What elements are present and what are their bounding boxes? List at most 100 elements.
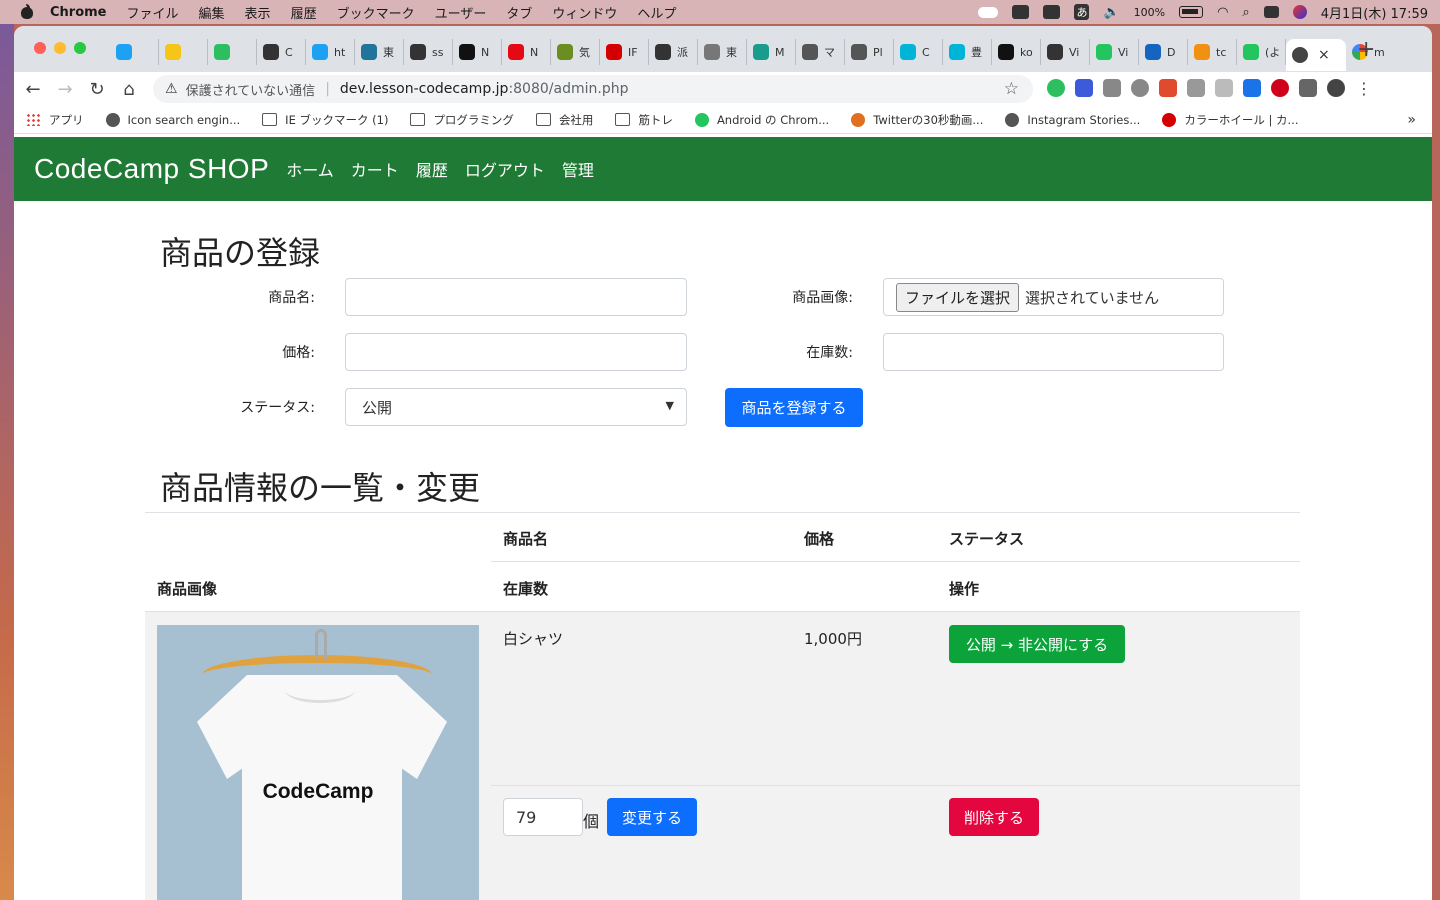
security-indicator[interactable]: 保護されていない通信	[186, 80, 316, 99]
menu-tab[interactable]: タブ	[506, 3, 532, 22]
toggle-status-button[interactable]: 公開 → 非公開にする	[949, 625, 1125, 663]
new-tab-button[interactable]: +	[1357, 37, 1375, 62]
browser-tab[interactable]: N	[453, 39, 502, 65]
menu-history[interactable]: 履歴	[291, 3, 317, 22]
bookmark-item[interactable]: IE ブックマーク (1)	[262, 112, 388, 128]
chat-ext-icon[interactable]	[1075, 79, 1093, 97]
apple-icon[interactable]	[20, 4, 34, 20]
bookmark-item[interactable]: 会社用	[535, 112, 593, 128]
nav-admin[interactable]: 管理	[562, 157, 594, 181]
bookmark-item[interactable]: Twitterの30秒動画...	[851, 112, 983, 128]
browser-tab[interactable]: C	[257, 39, 306, 65]
bookmark-item[interactable]: カラーホイール | カ...	[1162, 112, 1299, 128]
address-bar[interactable]: ⚠ 保護されていない通信 | dev.lesson-codecamp.jp:80…	[153, 75, 1033, 103]
ext-icon[interactable]	[1159, 79, 1177, 97]
browser-tab[interactable]	[159, 39, 208, 65]
nav-history[interactable]: 履歴	[416, 157, 448, 181]
bookmark-item[interactable]: プログラミング	[410, 112, 514, 128]
browser-tab[interactable]	[110, 39, 159, 65]
evernote-ext-icon[interactable]	[1047, 79, 1065, 97]
browser-tab[interactable]: tc	[1188, 39, 1237, 65]
volume-icon[interactable]: 🔈	[1103, 5, 1119, 20]
minimize-window-button[interactable]	[54, 42, 66, 54]
bookmark-item[interactable]: アプリ	[26, 112, 84, 128]
close-tab-icon[interactable]: ×	[1318, 47, 1330, 63]
forward-button[interactable]: →	[52, 76, 78, 102]
status-app-icon[interactable]	[1012, 5, 1030, 19]
camera-ext-icon[interactable]	[1187, 79, 1205, 97]
browser-tab[interactable]: ko	[992, 39, 1041, 65]
zoom-window-button[interactable]	[74, 42, 86, 54]
browser-tab[interactable]: D	[1139, 39, 1188, 65]
choose-file-button[interactable]: ファイルを選択	[896, 282, 1020, 312]
site-logo[interactable]: CodeCamp SHOP	[34, 153, 269, 185]
spotlight-icon[interactable]: ⌕	[1242, 5, 1249, 20]
puzzle-icon[interactable]	[1299, 79, 1317, 97]
back-button[interactable]: ←	[20, 76, 46, 102]
browser-tab[interactable]: 東	[355, 39, 404, 65]
ext-icon[interactable]	[1215, 79, 1233, 97]
battery-icon[interactable]	[1179, 6, 1204, 18]
browser-tab[interactable]: M	[747, 39, 796, 65]
bookmarks-more-button[interactable]: »	[1407, 112, 1416, 128]
nav-logout[interactable]: ログアウト	[465, 157, 545, 181]
update-stock-button[interactable]: 変更する	[607, 798, 697, 836]
cloud-icon[interactable]	[978, 6, 999, 18]
dropbox-icon[interactable]	[1043, 5, 1061, 19]
browser-tab[interactable]: 東	[698, 39, 747, 65]
menu-edit[interactable]: 編集	[199, 3, 225, 22]
stock-input[interactable]	[883, 333, 1224, 371]
line-ext-icon[interactable]	[1131, 79, 1149, 97]
browser-tab[interactable]: ss	[404, 39, 453, 65]
bookmark-item[interactable]: Icon search engin...	[105, 112, 240, 127]
register-product-button[interactable]: 商品を登録する	[725, 388, 863, 427]
browser-tab[interactable]: Vi	[1041, 39, 1090, 65]
nav-cart[interactable]: カート	[351, 157, 399, 181]
browser-tab[interactable]: 気	[551, 39, 600, 65]
menubar-clock[interactable]: 4月1日(木) 17:59	[1321, 3, 1428, 22]
close-window-button[interactable]	[34, 42, 46, 54]
browser-tab[interactable]: 豊	[943, 39, 992, 65]
wifi-icon[interactable]: ◠	[1217, 5, 1228, 20]
menu-help[interactable]: ヘルプ	[637, 3, 676, 22]
menu-app-name[interactable]: Chrome	[50, 5, 107, 20]
price-input[interactable]	[345, 333, 687, 371]
nav-home[interactable]: ホーム	[286, 157, 334, 181]
browser-tab[interactable]: (よ	[1237, 39, 1286, 65]
warning-icon[interactable]: ⚠	[165, 81, 178, 97]
url-text[interactable]: dev.lesson-codecamp.jp:8080/admin.php	[340, 81, 629, 97]
browser-tab[interactable]	[208, 39, 257, 65]
download-ext-icon[interactable]	[1243, 79, 1261, 97]
home-button[interactable]: ⌂	[116, 76, 142, 102]
browser-tab[interactable]: N	[502, 39, 551, 65]
chrome-menu-icon[interactable]: ⋮	[1355, 79, 1373, 98]
reload-button[interactable]: ↻	[84, 76, 110, 102]
browser-tab[interactable]: C	[894, 39, 943, 65]
ext-icon[interactable]	[1103, 79, 1121, 97]
stock-quantity-input[interactable]: 79	[503, 798, 583, 836]
profile-avatar[interactable]	[1327, 79, 1345, 97]
bookmark-star-icon[interactable]: ☆	[1004, 79, 1019, 99]
menu-window[interactable]: ウィンドウ	[552, 3, 617, 22]
browser-tab[interactable]: ht	[306, 39, 355, 65]
delete-product-button[interactable]: 削除する	[949, 798, 1039, 836]
bookmark-item[interactable]: Instagram Stories...	[1005, 112, 1140, 127]
menu-view[interactable]: 表示	[245, 3, 271, 22]
browser-tab[interactable]: IF	[600, 39, 649, 65]
control-center-icon[interactable]	[1263, 6, 1279, 18]
menu-file[interactable]: ファイル	[127, 3, 179, 22]
status-select[interactable]: 公開 ▼	[345, 388, 687, 426]
menu-bookmarks[interactable]: ブックマーク	[337, 3, 415, 22]
ime-indicator[interactable]: あ	[1074, 4, 1090, 20]
product-image-file-input[interactable]: ファイルを選択 選択されていません	[883, 278, 1224, 316]
bookmark-item[interactable]: 筋トレ	[615, 112, 673, 128]
browser-tab-active[interactable]: ×	[1286, 39, 1346, 71]
siri-icon[interactable]	[1292, 5, 1307, 19]
browser-tab[interactable]: Vi	[1090, 39, 1139, 65]
ext-icon[interactable]	[1271, 79, 1289, 97]
browser-tab[interactable]: Pl	[845, 39, 894, 65]
menu-user[interactable]: ユーザー	[435, 3, 487, 22]
browser-tab[interactable]: 派	[649, 39, 698, 65]
browser-tab[interactable]: マ	[796, 39, 845, 65]
bookmark-item[interactable]: Android の Chrom...	[694, 112, 829, 128]
